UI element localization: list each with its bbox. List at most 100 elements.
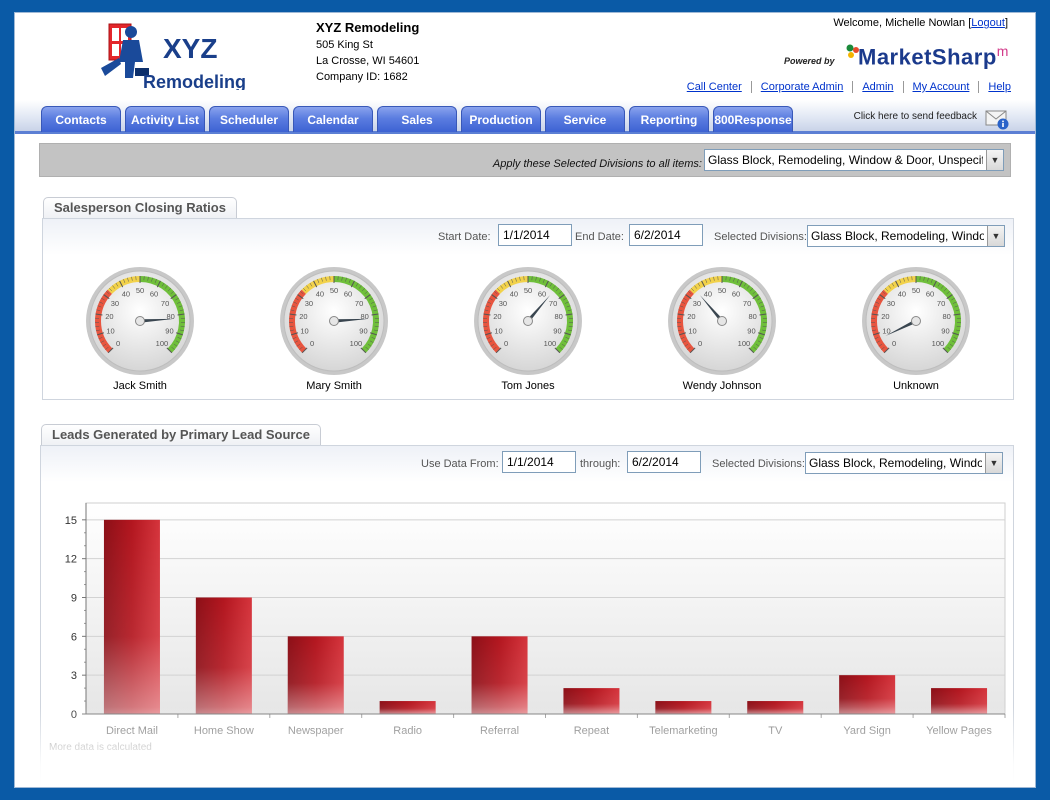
gauge-tick-label: 70 [355,299,363,308]
gauge-tick-label: 70 [937,299,945,308]
chart-x-tick-label: Telemarketing [649,725,717,737]
gauge-tick-label: 0 [310,339,314,348]
logout-link[interactable]: Logout [971,17,1005,29]
gauge-tick-label: 30 [111,299,119,308]
chart-x-tick-label: Repeat [574,725,609,737]
gauge-tick-label: 0 [892,339,896,348]
chart-x-tick-label: Referral [480,725,519,737]
tab-800response[interactable]: 800Response [713,106,793,132]
chart-bar-highlight [380,701,436,714]
gauge-hub [524,317,533,326]
use-data-from-label: Use Data From: [421,458,499,470]
gauge-tick-label: 60 [926,289,934,298]
gauge-tick-label: 90 [165,327,173,336]
link-help[interactable]: Help [978,81,1011,93]
link-admin[interactable]: Admin [852,81,902,93]
divisions-bar: Apply these Selected Divisions to all it… [39,143,1011,177]
tab-scheduler[interactable]: Scheduler [209,106,289,132]
gauge-tick-label: 60 [344,289,352,298]
gauge-tick-label: 100 [738,339,751,348]
gauge-tick-label: 30 [499,299,507,308]
tab-production[interactable]: Production [461,106,541,132]
feedback-link[interactable]: Click here to send feedback [854,111,977,122]
gauge-tick-label: 80 [554,312,562,321]
gauge-tick-label: 10 [688,327,696,336]
chart-x-tick-label: Newspaper [288,725,344,737]
start-date-label: Start Date: [438,231,491,243]
marketsharp-brand: MarketSharpm [858,43,1009,70]
gauge-tick-label: 100 [156,339,169,348]
tab-sales[interactable]: Sales [377,106,457,132]
divisions-bar-select[interactable]: Glass Block, Remodeling, Window & Door, … [704,149,1004,171]
leads-divisions-label: Selected Divisions: [712,458,805,470]
gauge-tick-label: 30 [305,299,313,308]
tab-calendar[interactable]: Calendar [293,106,373,132]
company-address-line2: La Crosse, WI 54601 [316,53,419,69]
chart-bar-highlight [288,636,344,714]
tab-service[interactable]: Service [545,106,625,132]
brand-name: MarketSharp [858,44,997,69]
tab-activity-list[interactable]: Activity List [125,106,205,132]
closing-divisions-value: Glass Block, Remodeling, Window & Door [811,226,984,246]
logo-text-line2: Remodeling [143,72,245,90]
chart-y-tick-label: 0 [71,709,77,721]
chart-x-tick-label: Radio [393,725,422,737]
leads-divisions-select[interactable]: Glass Block, Remodeling, Window & Door ▼ [805,452,1003,474]
use-data-from-input[interactable]: 1/1/2014 [502,451,576,473]
tab-contacts[interactable]: Contacts [41,106,121,132]
gauge-mary-smith: 0102030405060708090100 [279,266,389,376]
link-my-account[interactable]: My Account [903,81,979,93]
leads-bar-chart: 03691215Direct MailHome ShowNewspaperRad… [42,489,1008,749]
chart-y-tick-label: 9 [71,592,77,604]
gauge-tick-label: 50 [912,286,920,295]
gauge-hub [330,317,339,326]
gauge-tick-label: 60 [150,289,158,298]
chart-bar-highlight [563,688,619,714]
gauge-tick-label: 30 [887,299,895,308]
chart-footnote: More data is calculated [49,742,152,753]
gauge-tick-label: 20 [687,312,695,321]
chart-bar-highlight [655,701,711,714]
gauge-tick-label: 70 [549,299,557,308]
gauge-tick-label: 60 [732,289,740,298]
chevron-down-icon: ▼ [986,150,1003,170]
gauge-tick-label: 30 [693,299,701,308]
closing-divisions-label: Selected Divisions: [714,231,807,243]
divisions-bar-label: Apply these Selected Divisions to all it… [493,158,702,170]
chart-bar-highlight [196,597,252,714]
gauge-unknown: 0102030405060708090100 [861,266,971,376]
gauge-tick-label: 80 [942,312,950,321]
leads-tab[interactable]: Leads Generated by Primary Lead Source [41,424,321,446]
gauge-tick-label: 90 [941,327,949,336]
gauge-tick-label: 90 [553,327,561,336]
gauge-name-tom-jones: Tom Jones [448,380,608,392]
link-corporate-admin[interactable]: Corporate Admin [751,81,853,93]
gauge-tick-label: 20 [493,312,501,321]
start-date-input[interactable]: 1/1/2014 [498,224,572,246]
tab-reporting[interactable]: Reporting [629,106,709,132]
chart-x-tick-label: Yard Sign [843,725,891,737]
chart-bar-highlight [472,636,528,714]
gauge-name-wendy-johnson: Wendy Johnson [642,380,802,392]
gauge-tick-label: 90 [747,327,755,336]
through-input[interactable]: 6/2/2014 [627,451,701,473]
closing-ratios-tab[interactable]: Salesperson Closing Ratios [43,197,237,219]
gauge-tick-label: 40 [898,289,906,298]
chart-x-tick-label: Direct Mail [106,725,158,737]
closing-divisions-select[interactable]: Glass Block, Remodeling, Window & Door ▼ [807,225,1005,247]
chart-x-tick-label: TV [768,725,783,737]
gauge-tick-label: 100 [932,339,945,348]
gauge-hub [718,317,727,326]
gauge-tick-label: 40 [704,289,712,298]
chart-bar-highlight [747,701,803,714]
feedback-mail-icon[interactable] [985,108,1009,130]
main-nav: Contacts Activity List Scheduler Calenda… [15,100,1036,134]
end-date-input[interactable]: 6/2/2014 [629,224,703,246]
link-call-center[interactable]: Call Center [678,81,751,93]
chevron-down-icon: ▼ [987,226,1004,246]
gauge-tick-label: 20 [881,312,889,321]
gauge-tick-label: 50 [718,286,726,295]
chart-y-tick-label: 6 [71,631,77,643]
gauge-hub [912,317,921,326]
gauge-tom-jones: 0102030405060708090100 [473,266,583,376]
